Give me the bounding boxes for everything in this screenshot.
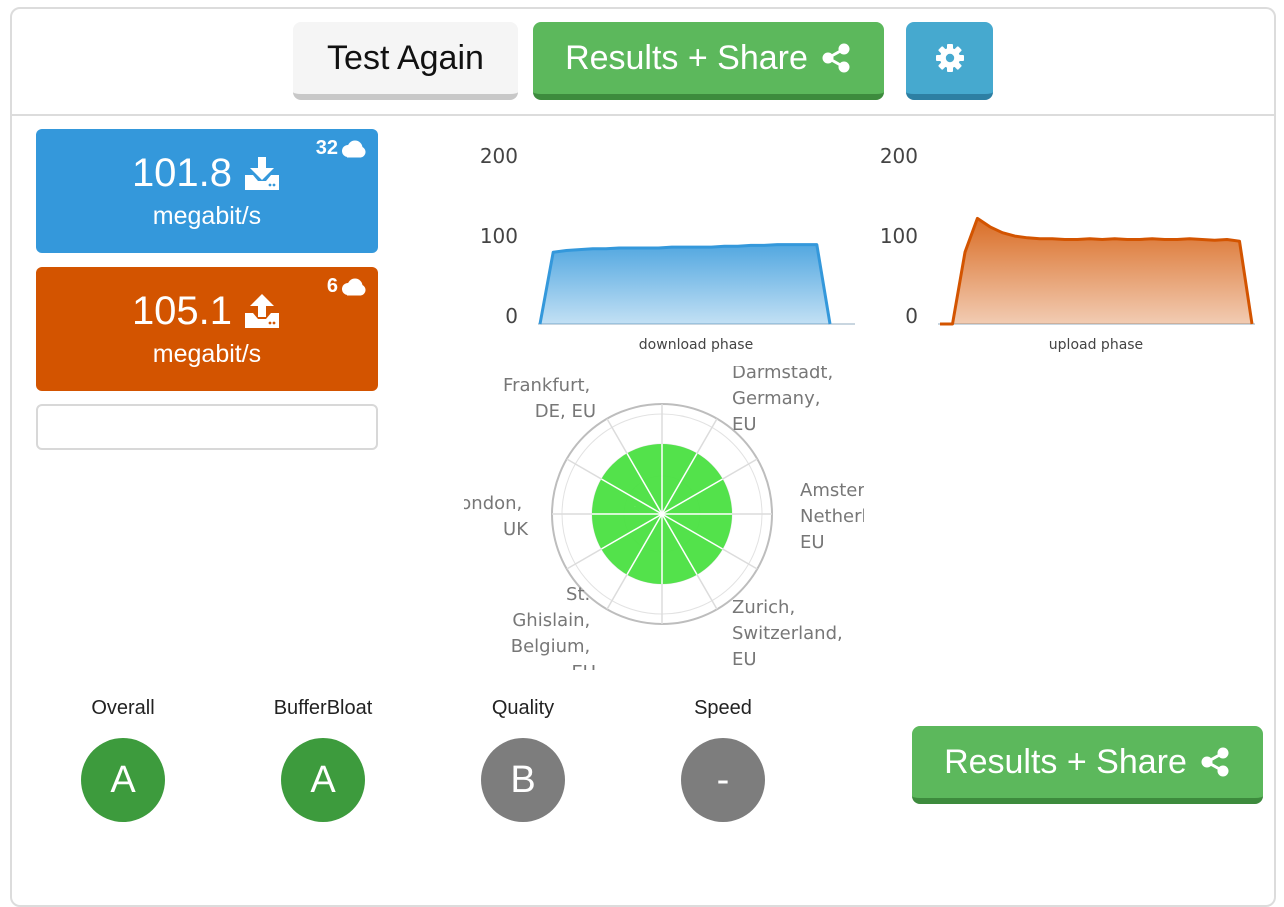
- download-speed-unit: megabit/s: [152, 202, 262, 230]
- grade-label: Overall: [91, 697, 155, 719]
- y-tick-label: 100: [880, 224, 918, 248]
- toolbar-divider: [10, 114, 1276, 116]
- grade-badge: B: [481, 738, 565, 822]
- grade-badge: -: [681, 738, 765, 822]
- y-tick-label: 200: [480, 144, 518, 168]
- results-share-button[interactable]: Results + Share: [533, 22, 884, 100]
- location-zurich: Zurich, Switzerland, EU: [732, 597, 848, 670]
- upload-speed-card: 6 105.1 megabit/s: [36, 267, 378, 391]
- y-tick-label: 100: [480, 224, 518, 248]
- share-icon: [1201, 747, 1229, 777]
- download-speed-value: 101.8: [131, 151, 233, 195]
- grade-bufferbloat[interactable]: BufferBloat A: [263, 697, 383, 822]
- upload-phase-label: upload phase: [1049, 337, 1143, 353]
- results-share-button-bottom[interactable]: Results + Share: [912, 726, 1263, 804]
- location-darmstadt: Darmstadt, Germany, EU: [732, 366, 839, 435]
- upload-speed-unit: megabit/s: [152, 340, 262, 368]
- grade-label: Quality: [491, 697, 555, 719]
- download-phase-chart: 200 100 0 download phase: [480, 144, 855, 353]
- download-speed-card: 32 101.8 megabit/s: [36, 129, 378, 253]
- download-phase-label: download phase: [639, 337, 753, 353]
- upload-speed-value: 105.1: [131, 289, 233, 333]
- test-again-label: Test Again: [327, 38, 484, 77]
- download-icon: [245, 156, 280, 190]
- settings-button[interactable]: [906, 22, 993, 100]
- results-share-label: Results + Share: [565, 38, 808, 77]
- upload-phase-chart: 200 100 0 upload phase: [880, 144, 1255, 353]
- location-ghislain: St. Ghislain, Belgium, EU: [511, 584, 596, 670]
- location-amsterdam: Amsterdam, Netherlands, EU: [800, 480, 864, 553]
- y-tick-label: 0: [505, 304, 518, 328]
- grade-label: BufferBloat: [273, 697, 373, 719]
- gear-icon: [935, 44, 964, 72]
- grade-overall: Overall A: [63, 697, 183, 822]
- upload-area: [940, 218, 1252, 324]
- server-latency-radar: Frankfurt, DE, EU Darmstadt, Germany, EU…: [464, 366, 864, 670]
- results-share-label: Results + Share: [944, 742, 1187, 781]
- test-again-button[interactable]: Test Again: [293, 22, 518, 100]
- grade-quality[interactable]: Quality B: [463, 697, 583, 822]
- grade-badge: A: [81, 738, 165, 822]
- download-area: [540, 244, 830, 324]
- location-london: London, UK: [464, 493, 529, 540]
- location-frankfurt: Frankfurt, DE, EU: [503, 375, 596, 422]
- grade-badge: A: [281, 738, 365, 822]
- phase-charts: 200 100 0 download phase 200 100 0 uploa…: [480, 144, 1255, 353]
- y-tick-label: 200: [880, 144, 918, 168]
- info-box: [36, 404, 378, 450]
- grade-speed[interactable]: Speed -: [663, 697, 783, 822]
- upload-icon: [245, 293, 280, 328]
- share-icon: [822, 43, 850, 73]
- grade-label: Speed: [694, 697, 752, 719]
- y-tick-label: 0: [905, 304, 918, 328]
